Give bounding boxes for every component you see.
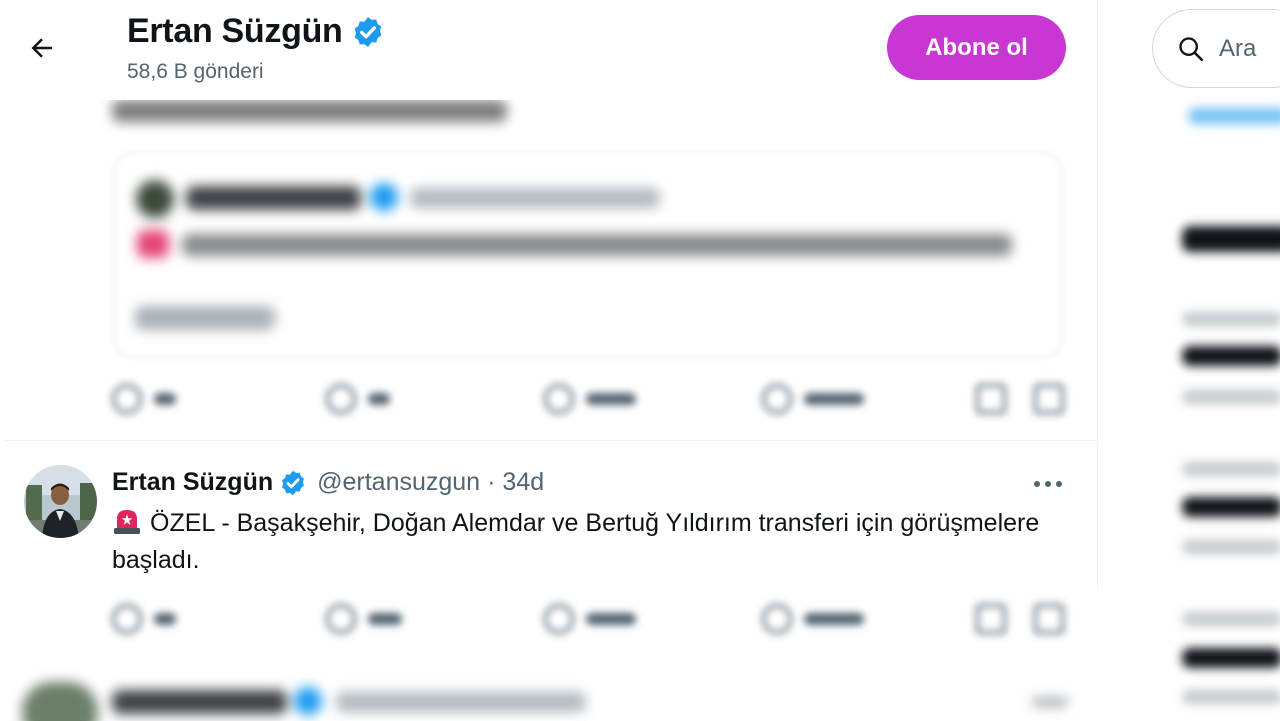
reply-icon[interactable] <box>112 604 142 634</box>
subscribe-button[interactable]: Abone ol <box>887 15 1066 80</box>
more-options-button[interactable] <box>1030 470 1066 498</box>
profile-name: Ertan Süzgün <box>127 12 343 50</box>
verified-badge-icon <box>351 15 385 49</box>
bookmark-icon[interactable] <box>976 384 1006 414</box>
author-handle[interactable]: @ertansuzgun <box>317 468 480 497</box>
views-icon[interactable] <box>762 384 792 414</box>
verified-badge-icon <box>279 469 307 497</box>
previous-tweet-actions <box>0 378 1097 422</box>
retweet-icon[interactable] <box>326 384 356 414</box>
tweet-divider <box>4 440 1097 441</box>
heart-icon[interactable] <box>544 384 574 414</box>
tweet-text: ÖZEL - Başakşehir, Doğan Alemdar ve Bert… <box>112 509 1040 574</box>
post-count: 58,6 B gönderi <box>127 60 264 83</box>
bookmark-icon[interactable] <box>976 604 1006 634</box>
author-name[interactable]: Ertan Süzgün <box>112 468 273 497</box>
more-horizontal-icon <box>1034 481 1062 487</box>
avatar[interactable] <box>24 465 97 538</box>
tweet-timestamp[interactable]: 34d <box>502 468 544 497</box>
back-button[interactable] <box>22 28 62 68</box>
meta-separator: · <box>487 468 496 496</box>
search-icon <box>1177 35 1205 63</box>
tweet-author-row: Ertan Süzgün @ertansuzgun · 34d <box>112 468 544 497</box>
tweet-actions <box>0 598 1097 642</box>
search-input[interactable]: Ara <box>1152 9 1280 88</box>
arrow-left-icon <box>31 38 52 58</box>
views-icon[interactable] <box>762 604 792 634</box>
profile-title-row: Ertan Süzgün <box>127 12 385 51</box>
search-placeholder: Ara <box>1219 34 1257 62</box>
share-icon[interactable] <box>1034 604 1064 634</box>
reply-icon[interactable] <box>112 384 142 414</box>
heart-icon[interactable] <box>544 604 574 634</box>
share-icon[interactable] <box>1034 384 1064 414</box>
tweet-text-container: ÖZEL - Başakşehir, Doğan Alemdar ve Bert… <box>112 505 1042 579</box>
retweet-icon[interactable] <box>326 604 356 634</box>
rotating-light-icon <box>112 507 142 535</box>
column-divider <box>1097 0 1098 590</box>
profile-header: Ertan Süzgün 58,6 B gönderi Abone ol <box>0 0 1097 100</box>
